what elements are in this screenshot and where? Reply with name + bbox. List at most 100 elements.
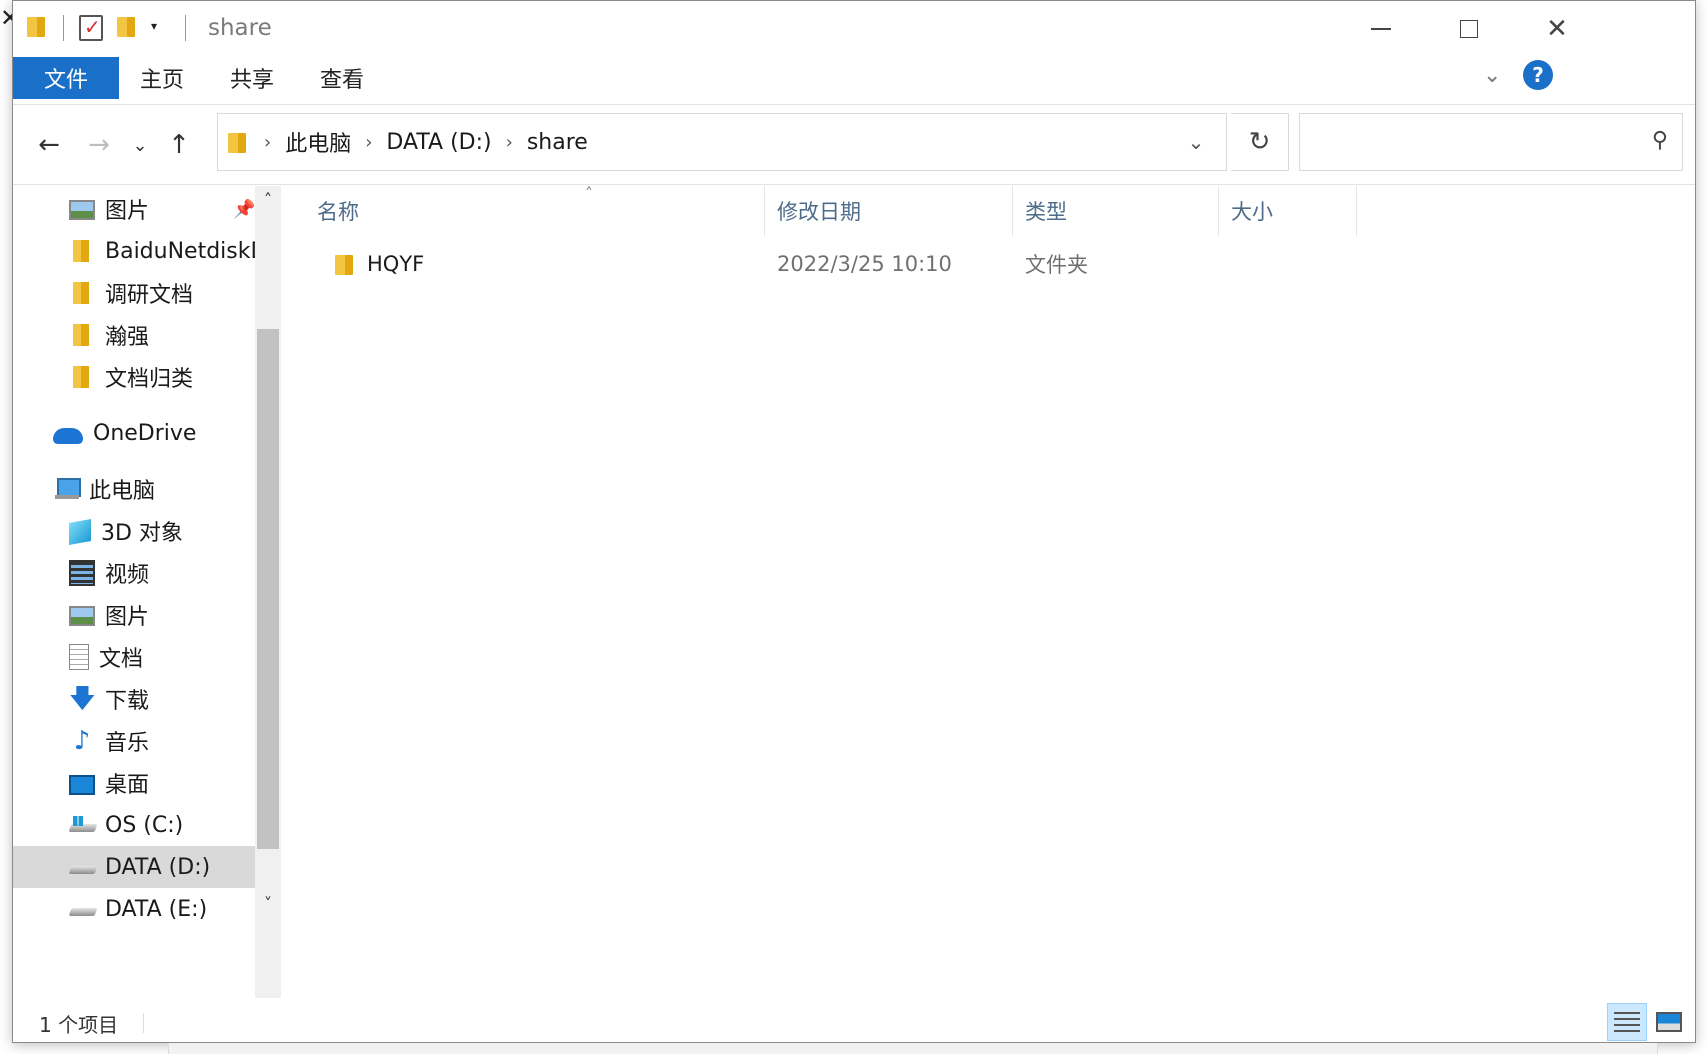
close-icon: ✕ [1546, 14, 1568, 44]
sidebar-item-videos[interactable]: 视频 [13, 552, 275, 594]
file-name-cell[interactable]: HQYF [335, 244, 424, 284]
help-button[interactable]: ? [1523, 60, 1553, 90]
forward-button[interactable]: → [79, 127, 119, 163]
customize-toolbar-dropdown-icon[interactable]: ▾ [151, 19, 157, 33]
search-input[interactable] [1308, 122, 1628, 162]
file-explorer-window: ▾ share ✕ 文件 主页 共享 查看 ⌄ ? ← → ⌄ ↑ › 此电脑 … [12, 0, 1696, 1043]
pin-icon[interactable]: 📌 [233, 199, 255, 220]
sidebar-item-label: OS (C:) [105, 812, 184, 838]
folder-icon [69, 322, 95, 348]
minimize-icon [1371, 28, 1391, 30]
status-bar: 1 个项目 [13, 1001, 1695, 1043]
sidebar-item-documents[interactable]: 文档 [13, 636, 275, 678]
document-icon [69, 644, 89, 670]
quick-access-folder-icon [27, 15, 45, 37]
properties-check-icon[interactable] [79, 15, 103, 41]
breadcrumb-separator[interactable]: › [365, 132, 372, 153]
sidebar-item-music[interactable]: ♪ 音乐 [13, 720, 275, 762]
sidebar-item-label: 调研文档 [105, 283, 194, 308]
drive-icon [69, 896, 95, 922]
scrollbar-thumb[interactable] [257, 329, 279, 849]
new-folder-icon[interactable] [117, 15, 135, 37]
back-button[interactable]: ← [29, 127, 69, 163]
sidebar-item-data-e[interactable]: DATA (E:) [13, 888, 275, 930]
maximize-icon [1460, 20, 1478, 38]
column-header-size[interactable]: 大小 [1219, 186, 1357, 236]
search-box[interactable]: ⚲ [1299, 113, 1683, 171]
background-window-strip [168, 1043, 1658, 1054]
scroll-up-icon[interactable]: ˄ [255, 186, 281, 212]
breadcrumb-data-d[interactable]: DATA (D:) [386, 130, 491, 155]
tab-file[interactable]: 文件 [13, 57, 119, 99]
sidebar-item-label: DATA (E:) [105, 896, 208, 922]
address-dropdown-icon[interactable]: ⌄ [1166, 114, 1226, 170]
sidebar-item-data-d[interactable]: DATA (D:) [13, 846, 275, 888]
large-icons-view-icon [1656, 1012, 1682, 1032]
sidebar-item-label: 瀚强 [105, 325, 150, 350]
sidebar-scrollbar[interactable]: ˄ ˅ [255, 186, 281, 998]
sidebar-item-label: 3D 对象 [101, 521, 183, 546]
address-bar[interactable]: › 此电脑 › DATA (D:) › share ⌄ [217, 113, 1227, 171]
minimize-button[interactable] [1337, 1, 1425, 57]
table-row[interactable]: HQYF 2022/3/25 10:10 文件夹 [305, 244, 1405, 284]
column-header-name[interactable]: 名称 ˄ [305, 184, 765, 236]
maximize-button[interactable] [1425, 1, 1513, 57]
toolbar-separator [63, 15, 64, 41]
sidebar-item-label: 文档归类 [105, 367, 194, 392]
title-separator [185, 15, 186, 41]
close-button[interactable]: ✕ [1513, 1, 1601, 57]
sidebar-item-downloads[interactable]: 🡇 下载 [13, 678, 275, 720]
sidebar-item-label: 图片 [105, 605, 150, 630]
pictures-icon [69, 606, 95, 626]
refresh-button[interactable]: ↻ [1231, 113, 1289, 171]
pictures-icon [69, 200, 95, 220]
3d-objects-icon [69, 519, 91, 545]
scroll-down-icon[interactable]: ˅ [255, 890, 281, 916]
details-view-icon [1614, 1012, 1640, 1032]
column-header-type[interactable]: 类型 [1013, 186, 1219, 236]
sidebar-item-label: 视频 [105, 563, 150, 588]
navigation-bar: ← → ⌄ ↑ › 此电脑 › DATA (D:) › share ⌄ ↻ ⚲ [13, 105, 1695, 185]
sidebar-item-label: 此电脑 [89, 479, 156, 504]
sidebar-item-label: 下载 [105, 689, 150, 714]
sidebar-item-this-pc[interactable]: 此电脑 [13, 468, 275, 510]
tab-home[interactable]: 主页 [119, 57, 205, 99]
large-icons-view-button[interactable] [1649, 1003, 1689, 1041]
sidebar-item-desktop[interactable]: 桌面 [13, 762, 275, 804]
breadcrumb-this-pc[interactable]: 此电脑 [285, 126, 351, 158]
sidebar-item-doc-categories[interactable]: 文档归类 [13, 356, 275, 398]
status-separator [143, 1013, 144, 1033]
column-header-modified[interactable]: 修改日期 [765, 186, 1013, 236]
sidebar-item-label: 音乐 [105, 731, 150, 756]
refresh-icon: ↻ [1248, 127, 1271, 157]
expand-ribbon-chevron-icon[interactable]: ⌄ [1483, 63, 1501, 88]
folder-icon [69, 238, 95, 264]
video-icon [69, 560, 95, 586]
sidebar-item-pictures[interactable]: 图片 [13, 594, 275, 636]
details-view-button[interactable] [1607, 1003, 1647, 1041]
folder-icon [69, 364, 95, 390]
search-icon[interactable]: ⚲ [1652, 128, 1668, 153]
sidebar-item-label: OneDrive [93, 420, 197, 446]
breadcrumb-separator[interactable]: › [506, 132, 513, 153]
recent-locations-dropdown[interactable]: ⌄ [125, 127, 155, 163]
download-icon: 🡇 [69, 684, 96, 714]
onedrive-icon [53, 428, 83, 444]
sidebar-item-label: 图片 [105, 199, 150, 224]
up-button[interactable]: ↑ [159, 127, 199, 163]
sidebar-item-os-c[interactable]: OS (C:) [13, 804, 275, 846]
sidebar-item-onedrive[interactable]: OneDrive [13, 412, 275, 454]
folder-icon [335, 253, 353, 275]
sidebar-item-hanqiang[interactable]: 瀚强 [13, 314, 275, 356]
desktop-icon [69, 774, 95, 795]
sidebar-item-pictures-pinned[interactable]: 图片 📌 [13, 188, 275, 230]
sidebar-item-research-docs[interactable]: 调研文档 [13, 272, 275, 314]
address-folder-icon [228, 131, 246, 153]
file-list: 名称 ˄ 修改日期 类型 大小 HQYF 2022/3/25 10:10 文件夹 [305, 184, 1681, 998]
breadcrumb-separator[interactable]: › [264, 132, 271, 153]
sidebar-item-baidunetdisk[interactable]: BaiduNetdiskDownload [13, 230, 275, 272]
breadcrumb-share[interactable]: share [527, 130, 588, 155]
tab-share[interactable]: 共享 [209, 57, 295, 99]
tab-view[interactable]: 查看 [299, 57, 385, 99]
sidebar-item-3d-objects[interactable]: 3D 对象 [13, 510, 275, 552]
